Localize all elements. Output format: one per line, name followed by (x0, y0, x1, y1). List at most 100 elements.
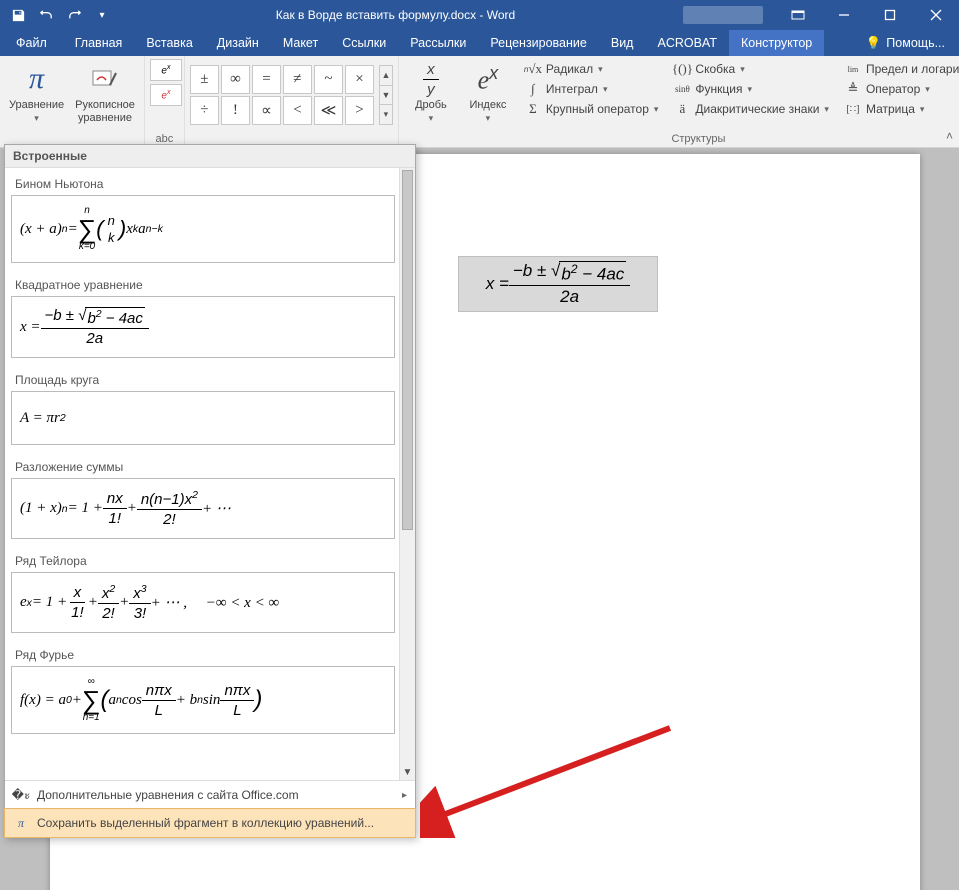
close-icon[interactable] (913, 0, 959, 30)
symbol-lt[interactable]: < (283, 96, 312, 125)
pi-icon: π (29, 61, 44, 97)
office-icon: �ะ (13, 787, 29, 803)
help-button[interactable]: 💡 Помощь... (852, 30, 959, 56)
convert-label: abc (150, 131, 179, 145)
ink-label: Рукописное уравнение (75, 99, 135, 124)
more-equations-button[interactable]: �ะ Дополнительные уравнения с сайта Offi… (5, 781, 415, 809)
matrix-button[interactable]: [∷]Матрица▾ (842, 100, 959, 118)
integral-icon: ∫ (524, 81, 542, 97)
symbol-more-icon[interactable]: ▾ (380, 104, 392, 124)
scroll-down-icon[interactable]: ▼ (400, 764, 415, 780)
tab-file[interactable]: Файл (0, 30, 63, 56)
gallery-header: Встроенные (5, 145, 415, 168)
scrollbar-thumb[interactable] (402, 170, 413, 530)
fraction-button[interactable]: xy Дробь▾ (404, 59, 458, 126)
bracket-button[interactable]: {()}Скобка▾ (671, 60, 831, 78)
gallery-item-title: Ряд Тейлора (11, 549, 395, 572)
tab-mailings[interactable]: Рассылки (398, 30, 478, 56)
minimize-icon[interactable] (821, 0, 867, 30)
gallery-item-quadratic[interactable]: x = −b ± √b2 − 4ac2a (11, 296, 395, 358)
more-equations-label: Дополнительные уравнения с сайта Office.… (37, 788, 299, 802)
radical-button[interactable]: n√xРадикал▾ (522, 60, 661, 78)
undo-icon[interactable] (34, 3, 58, 27)
gallery-item-binom[interactable]: (x + a)n = n∑k=0 (nk) xkan−k (11, 195, 395, 263)
save-selection-label: Сохранить выделенный фрагмент в коллекци… (37, 816, 374, 830)
accent-button[interactable]: äДиакритические знаки▾ (671, 100, 831, 118)
ribbon-tabs: Файл Главная Вставка Дизайн Макет Ссылки… (0, 30, 959, 56)
tab-design[interactable]: Дизайн (205, 30, 271, 56)
collapse-ribbon-icon[interactable]: ˄ (946, 129, 953, 143)
maximize-icon[interactable] (867, 0, 913, 30)
fraction-icon: xy (423, 61, 439, 97)
gallery-scrollbar[interactable]: ▼ (399, 168, 415, 780)
save-selection-button[interactable]: π Сохранить выделенный фрагмент в коллек… (5, 809, 415, 837)
tab-home[interactable]: Главная (63, 30, 135, 56)
ribbon-group-tools: π Уравнение▾ Рукописное уравнение (0, 56, 145, 147)
large-op-button[interactable]: ΣКрупный оператор▾ (522, 100, 661, 118)
symbol-scroll: ▲ ▼ ▾ (379, 65, 393, 125)
gallery-item-title: Бином Ньютона (11, 172, 395, 195)
pi-save-icon: π (13, 815, 29, 831)
struct-col-3: limПредел и логарифм▾ ≜Оператор▾ [∷]Матр… (838, 59, 959, 119)
bracket-icon: {()} (673, 61, 691, 77)
ribbon-group-symbols: ± ∞ = ≠ ~ × ÷ ! ∝ < ≪ > ▲ ▼ ▾ (185, 56, 399, 147)
gallery-item-circle[interactable]: A = πr2 (11, 391, 395, 445)
equation-object[interactable]: x = −b ± √b2 − 4ac2a (458, 256, 658, 312)
radical-icon: n√x (524, 61, 542, 77)
struct-col-1: n√xРадикал▾ ∫Интеграл▾ ΣКрупный оператор… (518, 59, 665, 119)
ink-equation-button[interactable]: Рукописное уравнение (71, 59, 139, 126)
symbol-grid: ± ∞ = ≠ ~ × ÷ ! ∝ < ≪ > (190, 65, 374, 125)
symbol-eq[interactable]: = (252, 65, 281, 94)
script-button[interactable]: ex Индекс▾ (461, 59, 515, 126)
symbol-pm[interactable]: ± (190, 65, 219, 94)
symbol-down-icon[interactable]: ▼ (380, 85, 392, 105)
professional-button[interactable]: ex (150, 59, 182, 81)
gallery-item-fourier[interactable]: f(x) = a0 + ∞∑n=1 (an cosnπxL + bn sinnπ… (11, 666, 395, 734)
tab-insert[interactable]: Вставка (134, 30, 204, 56)
symbol-fact[interactable]: ! (221, 96, 250, 125)
integral-button[interactable]: ∫Интеграл▾ (522, 80, 661, 98)
tab-acrobat[interactable]: ACROBAT (645, 30, 729, 56)
ribbon-display-icon[interactable] (775, 0, 821, 30)
chevron-right-icon: ▸ (402, 790, 407, 801)
window-title: Как в Ворде вставить формулу.docx - Word (120, 8, 671, 22)
save-icon[interactable] (6, 3, 30, 27)
symbol-div[interactable]: ÷ (190, 96, 219, 125)
tab-references[interactable]: Ссылки (330, 30, 398, 56)
operator-button[interactable]: ≜Оператор▾ (842, 80, 959, 98)
equation-button[interactable]: π Уравнение▾ (5, 59, 68, 126)
symbol-gt[interactable]: > (345, 96, 374, 125)
ribbon-group-structures: xy Дробь▾ ex Индекс▾ n√xРадикал▾ ∫Интегр… (399, 56, 959, 147)
equation-label: Уравнение (9, 99, 64, 111)
help-label: Помощь... (886, 36, 945, 50)
function-icon: sinθ (673, 81, 691, 97)
tab-review[interactable]: Рецензирование (478, 30, 599, 56)
symbol-prop[interactable]: ∝ (252, 96, 281, 125)
script-icon: ex (478, 61, 499, 97)
gallery-item-taylor[interactable]: ex = 1 + x1! + x22! + x33! + ⋯ , −∞ < x … (11, 572, 395, 633)
limit-button[interactable]: limПредел и логарифм▾ (842, 60, 959, 78)
symbol-tilde[interactable]: ~ (314, 65, 343, 94)
function-button[interactable]: sinθФункция▾ (671, 80, 831, 98)
gallery-item-title: Площадь круга (11, 368, 395, 391)
window-controls (775, 0, 959, 30)
accent-icon: ä (673, 101, 691, 117)
symbol-up-icon[interactable]: ▲ (380, 66, 392, 85)
symbol-neq[interactable]: ≠ (283, 65, 312, 94)
symbol-times[interactable]: × (345, 65, 374, 94)
quick-access-toolbar: ▾ (0, 3, 120, 27)
gallery-footer: �ะ Дополнительные уравнения с сайта Offi… (5, 780, 415, 837)
linear-button[interactable]: ex (150, 84, 182, 106)
lightbulb-icon: 💡 (866, 36, 882, 51)
redo-icon[interactable] (62, 3, 86, 27)
gallery-item-expansion[interactable]: (1 + x)n = 1 + nx1! + n(n−1)x22! + ⋯ (11, 478, 395, 539)
qat-customize-icon[interactable]: ▾ (90, 3, 114, 27)
tab-view[interactable]: Вид (599, 30, 646, 56)
symbol-inf[interactable]: ∞ (221, 65, 250, 94)
tab-constructor[interactable]: Конструктор (729, 30, 824, 56)
account-placeholder[interactable] (683, 6, 763, 24)
gallery-item-title: Разложение суммы (11, 455, 395, 478)
tab-layout[interactable]: Макет (271, 30, 330, 56)
symbol-ll[interactable]: ≪ (314, 96, 343, 125)
sigma-icon: Σ (524, 101, 542, 117)
